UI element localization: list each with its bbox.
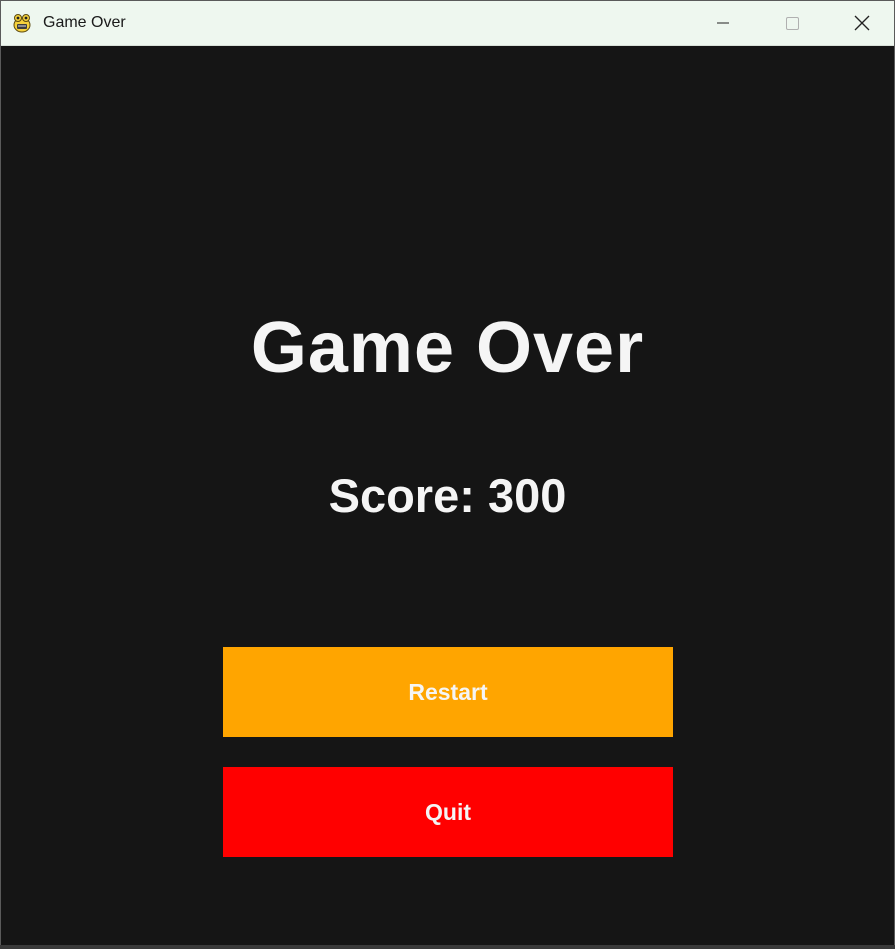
maximize-button[interactable] [769,1,815,45]
game-canvas: Game Over Score: 300 Restart Quit [1,46,894,946]
game-window: Game Over Game Over Score: 300 Restart Q… [0,0,895,947]
restart-button-label: Restart [408,678,488,705]
title-bar[interactable]: Game Over [1,1,894,46]
game-over-heading: Game Over [250,308,645,388]
restart-button[interactable]: Restart [223,647,673,737]
quit-button-label: Quit [425,798,471,825]
window-title: Game Over [43,14,126,31]
maximize-icon [786,17,799,30]
quit-button[interactable]: Quit [223,767,673,857]
close-button[interactable] [839,1,885,45]
pygame-icon [11,12,33,34]
close-icon [854,15,870,31]
minimize-button[interactable] [700,1,746,45]
score-label: Score: 300 [328,469,567,522]
minimize-icon [717,22,729,24]
desktop-background-strip [0,945,895,949]
